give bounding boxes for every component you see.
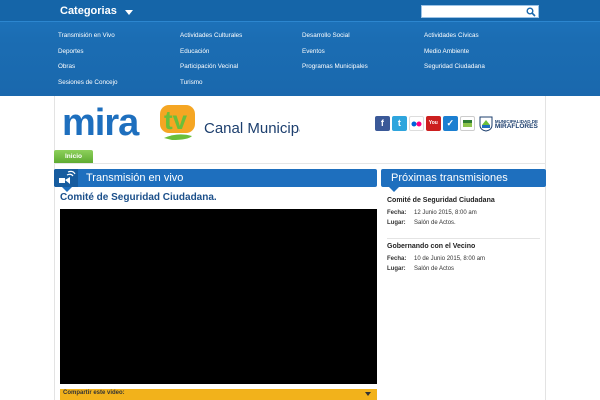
broadcast-icon bbox=[59, 170, 76, 184]
svg-text:mira: mira bbox=[62, 102, 140, 140]
upcoming-event[interactable]: Comité de Seguridad Ciudadana Fecha: 12 … bbox=[387, 197, 540, 226]
live-section-header: Transmisión en vivo bbox=[54, 169, 377, 192]
social-links: f t You ✓ MUNICIPALIDAD DE MIRAFLORES bbox=[374, 116, 538, 132]
facebook-icon[interactable]: f bbox=[374, 116, 390, 131]
event-title[interactable]: Gobernando con el Vecino bbox=[387, 243, 540, 250]
event-date: 10 de Junio 2015, 8:00 am bbox=[414, 256, 486, 262]
live-icon-box bbox=[54, 169, 78, 187]
category-link[interactable]: Obras bbox=[58, 61, 180, 77]
event-place: Salón de Actos. bbox=[414, 220, 456, 226]
svg-text:Canal Municipal: Canal Municipal bbox=[204, 120, 300, 137]
upcoming-section-title: Próximas transmisiones bbox=[391, 172, 508, 184]
share-label: Compartir este video: bbox=[63, 390, 125, 396]
upcoming-section-header: Próximas transmisiones bbox=[381, 169, 546, 192]
upcoming-event[interactable]: Gobernando con el Vecino Fecha: 10 de Ju… bbox=[387, 243, 540, 272]
category-link[interactable]: Sesiones de Concejo bbox=[58, 77, 180, 93]
category-link[interactable]: Seguridad Ciudadana bbox=[424, 61, 546, 77]
event-place-row: Lugar: Salón de Actos bbox=[387, 266, 540, 272]
search-input[interactable] bbox=[423, 6, 523, 17]
date-label: Fecha: bbox=[387, 210, 407, 216]
place-label: Lugar: bbox=[387, 220, 406, 226]
place-label: Lugar: bbox=[387, 266, 406, 272]
category-link[interactable]: Eventos bbox=[302, 46, 424, 62]
svg-text:tv: tv bbox=[164, 105, 188, 135]
category-link[interactable]: Actividades Cívicas bbox=[424, 30, 546, 46]
category-link[interactable]: Educación bbox=[180, 46, 302, 62]
top-category-bar: Categorias Transmisión en Vivo Actividad… bbox=[0, 0, 600, 96]
category-links: Transmisión en Vivo Actividades Cultural… bbox=[58, 30, 558, 92]
category-link[interactable]: Deportes bbox=[58, 46, 180, 62]
event-date: 12 Junio 2015, 8:00 am bbox=[414, 210, 477, 216]
category-link[interactable]: Medio Ambiente bbox=[424, 46, 546, 62]
check-icon[interactable]: ✓ bbox=[442, 116, 458, 131]
category-link[interactable]: Transmisión en Vivo bbox=[58, 30, 180, 46]
flickr-icon[interactable] bbox=[408, 116, 424, 131]
event-place: Salón de Actos bbox=[414, 266, 455, 272]
rss-icon[interactable] bbox=[459, 116, 475, 131]
live-section-title: Transmisión en vivo bbox=[86, 172, 184, 184]
twitter-icon[interactable]: t bbox=[391, 116, 407, 131]
search-box bbox=[421, 5, 539, 18]
category-link[interactable]: Participación Vecinal bbox=[180, 61, 302, 77]
event-divider bbox=[387, 238, 540, 239]
event-title[interactable]: Comité de Seguridad Ciudadana bbox=[387, 197, 540, 204]
categories-label: Categorias bbox=[60, 5, 117, 17]
category-link[interactable]: Desarrollo Social bbox=[302, 30, 424, 46]
category-link[interactable]: Turismo bbox=[180, 77, 302, 93]
site-header: mira tv Canal Municipal f t You ✓ MUNICI… bbox=[54, 96, 546, 150]
video-player[interactable] bbox=[60, 209, 377, 384]
nav-home-tab[interactable]: Inicio bbox=[54, 150, 93, 164]
shield-icon bbox=[479, 116, 493, 132]
header-pointer bbox=[389, 187, 399, 192]
miratv-logo[interactable]: mira tv Canal Municipal bbox=[60, 102, 300, 140]
share-video-bar[interactable]: Compartir este video: bbox=[60, 389, 377, 400]
category-link[interactable]: Programas Municipales bbox=[302, 61, 424, 77]
event-date-row: Fecha: 12 Junio 2015, 8:00 am bbox=[387, 210, 540, 216]
chevron-down-icon bbox=[124, 9, 133, 15]
category-link[interactable]: Actividades Culturales bbox=[180, 30, 302, 46]
municipality-name: MUNICIPALIDAD DE MIRAFLORES bbox=[494, 119, 538, 130]
event-place-row: Lugar: Salón de Actos. bbox=[387, 220, 540, 226]
nav-divider bbox=[54, 163, 546, 164]
municipality-logo[interactable]: MUNICIPALIDAD DE MIRAFLORES bbox=[479, 116, 538, 132]
youtube-icon[interactable]: You bbox=[425, 116, 441, 131]
event-date-row: Fecha: 10 de Junio 2015, 8:00 am bbox=[387, 256, 540, 262]
main-nav: Inicio bbox=[54, 150, 546, 164]
date-label: Fecha: bbox=[387, 256, 407, 262]
categories-dropdown[interactable]: Categorias bbox=[60, 3, 133, 19]
search-icon[interactable] bbox=[526, 7, 536, 17]
live-video-title: Comité de Seguridad Ciudadana. bbox=[60, 192, 217, 203]
chevron-down-icon bbox=[365, 392, 371, 396]
